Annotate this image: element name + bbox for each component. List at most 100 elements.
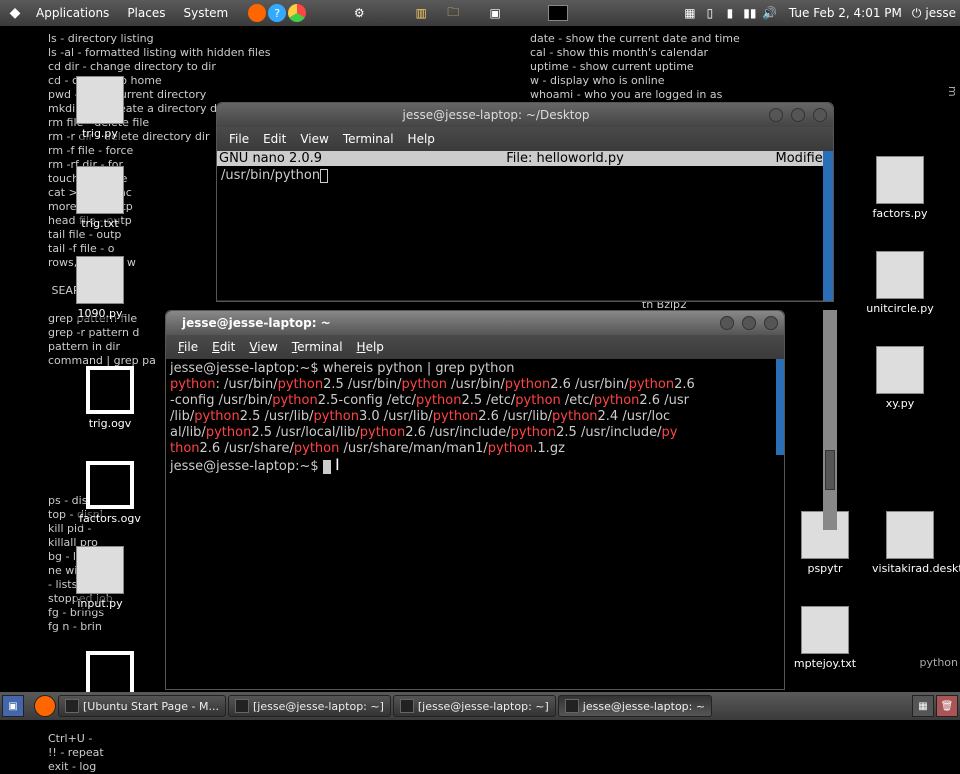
task-term3[interactable]: jesse@jesse-laptop: ~ xyxy=(558,695,712,717)
nano-cursor xyxy=(320,169,328,183)
file-icon xyxy=(886,511,934,559)
file-icon xyxy=(76,166,124,214)
tray-icon-1[interactable]: ▦ xyxy=(681,4,699,22)
minimize-button[interactable] xyxy=(720,316,734,330)
firefox-icon[interactable] xyxy=(248,4,266,22)
command: whereis python | grep python xyxy=(323,361,515,376)
help-menu[interactable]: Help xyxy=(402,130,441,148)
desktop-icon-trig-txt[interactable]: trig.txt xyxy=(60,166,140,231)
signal-icon[interactable]: ▮▮ xyxy=(741,4,759,22)
desktop-icon-factors-py[interactable]: factors.py xyxy=(860,156,940,221)
icon-label: input.py xyxy=(75,596,124,611)
side-label-python: python xyxy=(920,656,958,669)
edit-menu[interactable]: Edit xyxy=(257,130,292,148)
icon-label: 1090.py xyxy=(76,306,125,321)
view-menu[interactable]: View xyxy=(243,338,283,356)
file-icon xyxy=(76,546,124,594)
desktop-icon-xy-py[interactable]: xy.py xyxy=(860,346,940,411)
settings-icon[interactable]: ⚙ xyxy=(350,4,368,22)
close-button[interactable] xyxy=(813,108,827,122)
edit-menu[interactable]: Edit xyxy=(206,338,241,356)
network-icon[interactable]: ▮ xyxy=(721,4,739,22)
terminal-menu[interactable]: Terminal xyxy=(286,338,349,356)
terminal-scrollbar-thumb[interactable] xyxy=(776,359,784,455)
task-term2[interactable]: [jesse@jesse-laptop: ~] xyxy=(393,695,556,717)
top-panel: ◆ Applications Places System ? ⚙ ▥ 🗀 ▣ ▦… xyxy=(0,0,960,26)
desktop-icon-visitakirad[interactable]: visitakirad.desktop xyxy=(870,511,950,576)
desktop-icon-unitcircle-py[interactable]: unitcircle.py xyxy=(860,251,940,316)
monitor-icon[interactable]: ▣ xyxy=(486,4,504,22)
firefox-taskbar-icon[interactable] xyxy=(34,695,56,717)
user-menu[interactable]: ⏻jesse xyxy=(912,6,956,21)
outer-scrollbar-thumb[interactable] xyxy=(825,450,835,490)
chrome-icon[interactable] xyxy=(288,4,306,22)
file-menu[interactable]: File xyxy=(172,338,204,356)
file-icon xyxy=(76,256,124,304)
workspace-switcher[interactable]: ▦ xyxy=(912,695,934,717)
icon-label: factors.py xyxy=(871,206,930,221)
icon-label: trig.txt xyxy=(79,216,121,231)
clock[interactable]: Tue Feb 2, 4:01 PM xyxy=(789,6,902,20)
icon-label: trig.ogv xyxy=(87,416,134,431)
icon-label: trig.py xyxy=(80,126,120,141)
help-menu[interactable]: Help xyxy=(351,338,390,356)
gnome-menu-icon[interactable]: ◆ xyxy=(6,4,24,22)
nano-filename: File: helloworld.py xyxy=(399,151,731,166)
show-desktop-button[interactable]: ▣ xyxy=(2,695,24,717)
desktop-icon-input-py[interactable]: input.py xyxy=(60,546,140,611)
terminal-body[interactable]: jesse@jesse-laptop:~$ whereis python | g… xyxy=(166,359,784,689)
nano-modified: Modified xyxy=(731,151,831,166)
volume-icon[interactable]: 🔊 xyxy=(761,4,779,22)
icon-label: xy.py xyxy=(884,396,916,411)
task-icon xyxy=(400,699,414,713)
nano-menubar: File Edit View Terminal Help xyxy=(217,127,833,151)
trash-icon[interactable]: 🗑 xyxy=(936,695,958,717)
places-menu[interactable]: Places xyxy=(119,4,173,22)
icon-label: unitcircle.py xyxy=(864,301,936,316)
maximize-button[interactable] xyxy=(791,108,805,122)
terminal-window-title: jesse@jesse-laptop: ~ xyxy=(172,316,720,330)
icon-label: factors.ogv xyxy=(77,511,143,526)
side-label-m: m xyxy=(946,86,959,97)
terminal-launcher-icon[interactable] xyxy=(548,5,568,21)
terminal-menubar: File Edit View Terminal Help xyxy=(166,335,784,359)
task-label: [Ubuntu Start Page - M... xyxy=(83,700,219,713)
task-label: [jesse@jesse-laptop: ~] xyxy=(418,700,549,713)
nano-window-title: jesse@jesse-laptop: ~/Desktop xyxy=(223,108,769,122)
desktop-icon-1090-py[interactable]: 1090.py xyxy=(60,256,140,321)
desktop-icon-mptejoy-txt[interactable]: mptejoy.txt xyxy=(785,606,865,671)
task-label: jesse@jesse-laptop: ~ xyxy=(583,700,705,713)
outer-scrollbar[interactable] xyxy=(823,310,837,530)
desktop-icon-factors-ogv[interactable]: factors.ogv xyxy=(70,461,150,526)
terminal-cursor xyxy=(323,460,331,474)
prompt: jesse@jesse-laptop:~$ xyxy=(170,361,323,376)
terminal-menu[interactable]: Terminal xyxy=(337,130,400,148)
close-button[interactable] xyxy=(764,316,778,330)
icon-label: mptejoy.txt xyxy=(792,656,858,671)
nano-window: jesse@jesse-laptop: ~/Desktop File Edit … xyxy=(216,102,834,302)
maximize-button[interactable] xyxy=(742,316,756,330)
nano-version: GNU nano 2.0.9 xyxy=(219,151,399,166)
task-start[interactable]: [Ubuntu Start Page - M... xyxy=(58,695,226,717)
nano-scrollbar[interactable] xyxy=(823,151,833,301)
system-menu[interactable]: System xyxy=(175,4,236,22)
notes-icon[interactable]: ▥ xyxy=(412,4,430,22)
terminal-titlebar[interactable]: jesse@jesse-laptop: ~ xyxy=(166,311,784,335)
icon-label: pspytr xyxy=(805,561,844,576)
nano-titlebar[interactable]: jesse@jesse-laptop: ~/Desktop xyxy=(217,103,833,127)
icon-label: visitakirad.desktop xyxy=(870,561,960,576)
desktop-icon-trig-py[interactable]: trig.py xyxy=(60,76,140,141)
nano-editor-body[interactable]: /usr/bin/python xyxy=(217,166,833,300)
nano-status-bar: GNU nano 2.0.9 File: helloworld.py Modif… xyxy=(217,151,833,166)
file-icon xyxy=(801,606,849,654)
tray-icon-2[interactable]: ▯ xyxy=(701,4,719,22)
applications-menu[interactable]: Applications xyxy=(28,4,117,22)
archive-icon[interactable]: 🗀 xyxy=(444,4,462,22)
minimize-button[interactable] xyxy=(769,108,783,122)
task-term1[interactable]: [jesse@jesse-laptop: ~] xyxy=(228,695,391,717)
view-menu[interactable]: View xyxy=(294,130,334,148)
file-menu[interactable]: File xyxy=(223,130,255,148)
desktop-icon-trig-ogv[interactable]: trig.ogv xyxy=(70,366,150,431)
help-icon[interactable]: ? xyxy=(268,4,286,22)
task-label: [jesse@jesse-laptop: ~] xyxy=(253,700,384,713)
